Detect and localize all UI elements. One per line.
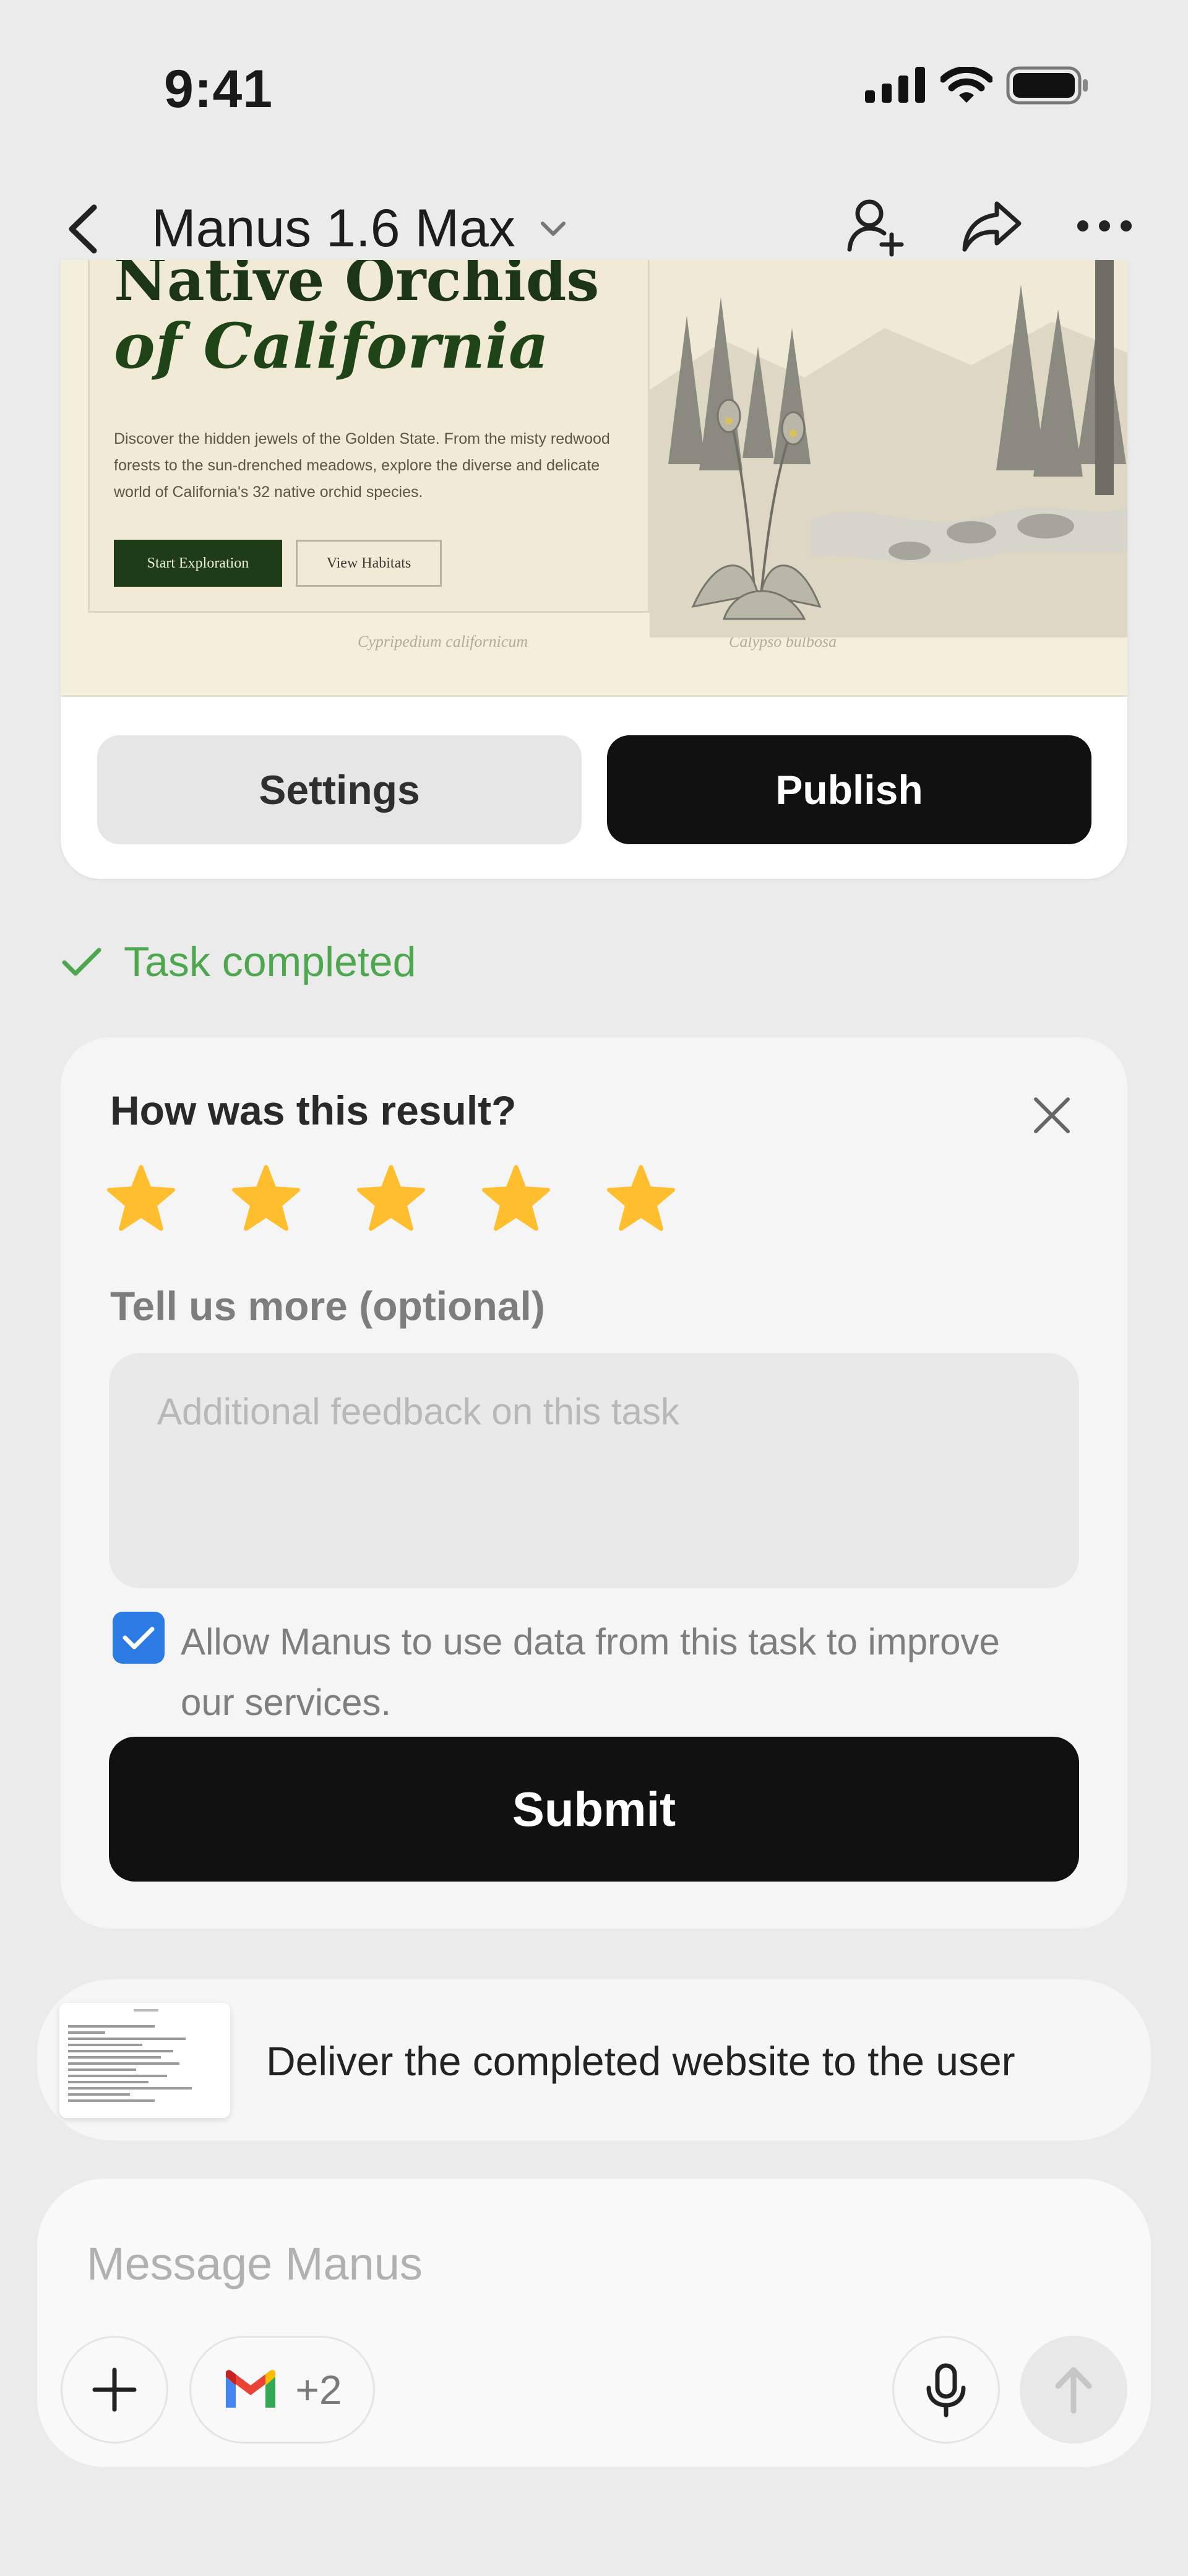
view-habitats-button[interactable]: View Habitats — [296, 540, 442, 587]
start-exploration-button[interactable]: Start Exploration — [114, 540, 282, 587]
share-button[interactable] — [958, 192, 1026, 260]
hero-description: Discover the hidden jewels of the Golden… — [114, 430, 610, 501]
connectors-count: +2 — [295, 2367, 342, 2413]
wifi-icon — [940, 67, 992, 103]
star-rating — [106, 1164, 676, 1233]
task-status-label: Task completed — [124, 938, 416, 985]
star-icon[interactable] — [231, 1164, 301, 1233]
plus-icon — [92, 2367, 137, 2412]
send-button[interactable] — [1020, 2336, 1127, 2444]
step-thumbnail — [59, 2003, 230, 2118]
more-horizontal-icon — [1077, 220, 1132, 231]
feedback-input[interactable] — [109, 1353, 1079, 1588]
status-icons — [865, 66, 1089, 105]
task-status: Task completed — [62, 938, 416, 986]
microphone-icon — [926, 2363, 966, 2418]
gmail-icon — [226, 2370, 276, 2408]
star-icon[interactable] — [356, 1164, 426, 1233]
website-preview[interactable]: Native Orchids of California Discover th… — [61, 260, 1127, 697]
add-user-icon — [847, 199, 904, 257]
cellular-signal-icon — [865, 67, 925, 103]
add-attachment-button[interactable] — [61, 2336, 168, 2444]
message-input[interactable] — [87, 2236, 1015, 2291]
add-collaborator-button[interactable] — [842, 192, 910, 260]
forest-orchid-illustration — [650, 260, 1127, 638]
arrow-up-icon — [1055, 2367, 1092, 2414]
chevron-down-icon — [540, 221, 566, 236]
close-feedback-button[interactable] — [1027, 1091, 1077, 1140]
submit-button[interactable]: Submit — [109, 1737, 1079, 1882]
battery-icon — [1006, 66, 1088, 105]
consent-checkbox[interactable] — [113, 1612, 165, 1664]
model-name: Manus 1.6 Max — [152, 199, 515, 258]
settings-button[interactable]: Settings — [97, 735, 582, 844]
status-time: 9:41 — [164, 59, 273, 119]
step-description: Deliver the completed website to the use… — [266, 2038, 1015, 2084]
close-icon — [1034, 1097, 1070, 1133]
website-preview-card: Native Orchids of California Discover th… — [61, 260, 1127, 879]
star-icon[interactable] — [606, 1164, 676, 1233]
publish-button[interactable]: Publish — [607, 735, 1091, 844]
checkmark-icon — [123, 1627, 155, 1649]
chevron-left-icon — [69, 204, 97, 254]
check-icon — [62, 948, 101, 976]
consent-label: Allow Manus to use data from this task t… — [181, 1621, 1000, 1723]
more-options-button[interactable] — [1070, 192, 1138, 260]
code-document-thumbnail — [59, 2003, 230, 2118]
caption-cypripedium: Cypripedium californicum — [358, 633, 528, 650]
connectors-button[interactable]: +2 — [189, 2336, 375, 2444]
back-button[interactable] — [62, 201, 105, 257]
hero-title-line1: Native Orchids — [114, 260, 600, 314]
star-icon[interactable] — [106, 1164, 176, 1233]
share-icon — [962, 201, 1022, 252]
hero-title-line2: of California — [114, 309, 549, 383]
voice-input-button[interactable] — [892, 2336, 1000, 2444]
star-icon[interactable] — [481, 1164, 551, 1233]
model-selector[interactable]: Manus 1.6 Max — [152, 198, 569, 259]
feedback-title: How was this result? — [110, 1087, 517, 1133]
feedback-more-label: Tell us more (optional) — [110, 1283, 545, 1329]
